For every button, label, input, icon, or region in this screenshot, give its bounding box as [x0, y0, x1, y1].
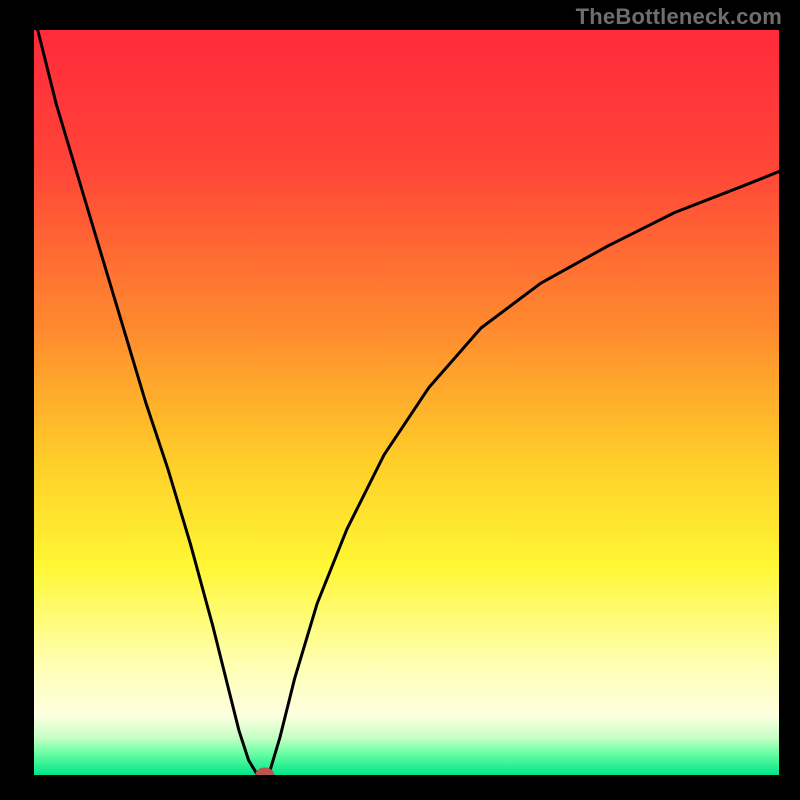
chart-frame: TheBottleneck.com — [0, 0, 800, 800]
bottleneck-curve — [34, 30, 779, 775]
attribution-text: TheBottleneck.com — [576, 4, 782, 30]
plot-area — [34, 30, 779, 775]
